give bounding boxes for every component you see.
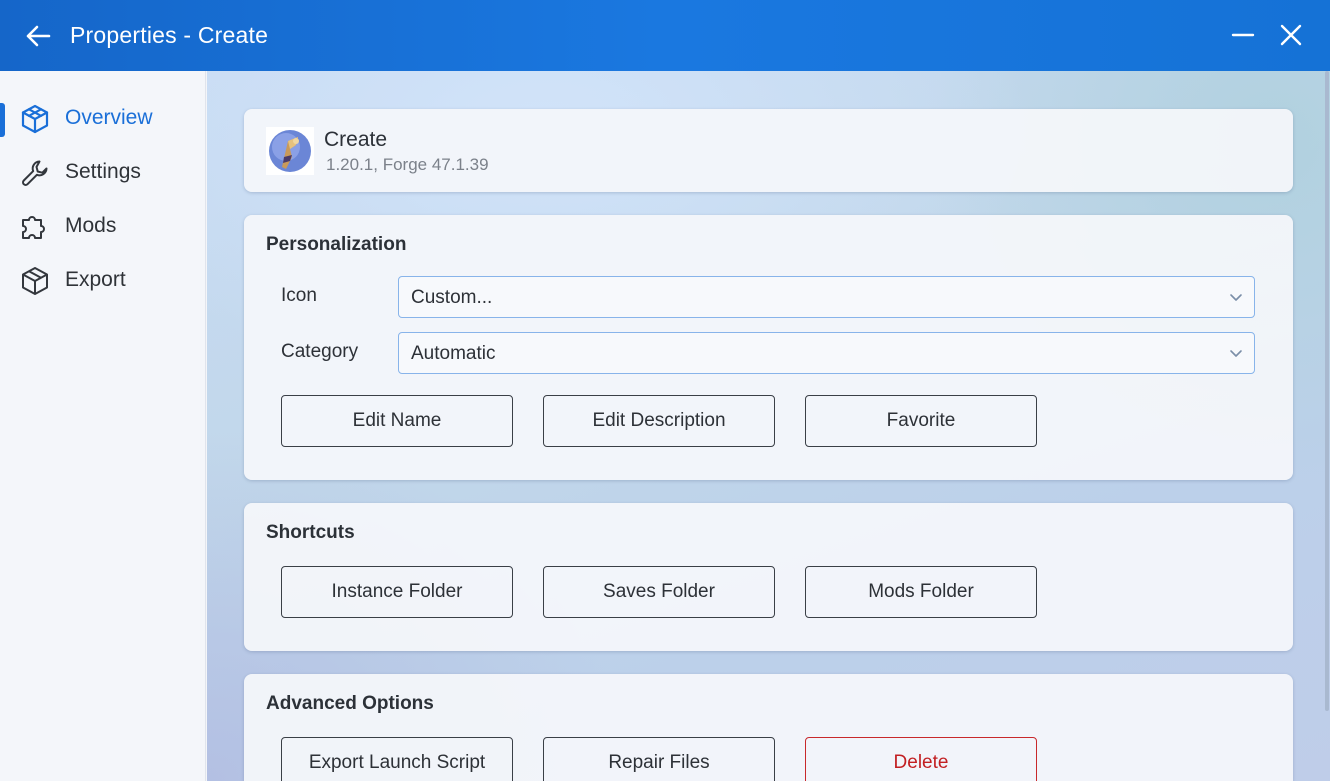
title-bar: Properties - Create xyxy=(0,0,1330,71)
minimize-icon xyxy=(1231,33,1255,37)
sidebar-item-export[interactable]: Export xyxy=(0,257,206,301)
edit-description-button[interactable]: Edit Description xyxy=(543,395,775,447)
category-select-value: Automatic xyxy=(411,343,496,364)
instance-version: 1.20.1, Forge 47.1.39 xyxy=(326,155,489,174)
close-icon xyxy=(1280,24,1302,46)
section-title: Advanced Options xyxy=(266,693,434,714)
puzzle-icon xyxy=(19,211,51,243)
category-label: Category xyxy=(281,341,359,362)
sidebar-item-mods[interactable]: Mods xyxy=(0,203,206,247)
favorite-button[interactable]: Favorite xyxy=(805,395,1037,447)
package-icon xyxy=(19,265,51,297)
advanced-options-card: Advanced Options Export Launch Script Re… xyxy=(244,674,1293,781)
sidebar: Overview Settings Mods Export xyxy=(0,71,206,781)
chevron-down-icon xyxy=(1230,294,1242,301)
section-title: Shortcuts xyxy=(266,522,355,543)
edit-name-button[interactable]: Edit Name xyxy=(281,395,513,447)
personalization-card: Personalization Icon Custom... Category … xyxy=(244,215,1293,480)
icon-select[interactable]: Custom... xyxy=(398,276,1255,318)
instance-logo-icon xyxy=(266,127,314,175)
back-button[interactable] xyxy=(22,20,54,52)
section-title: Personalization xyxy=(266,234,407,255)
shortcuts-card: Shortcuts Instance Folder Saves Folder M… xyxy=(244,503,1293,651)
category-select[interactable]: Automatic xyxy=(398,332,1255,374)
delete-button[interactable]: Delete xyxy=(805,737,1037,781)
icon-select-value: Custom... xyxy=(411,287,493,308)
instance-name: Create xyxy=(324,128,388,151)
repair-files-button[interactable]: Repair Files xyxy=(543,737,775,781)
sidebar-item-label: Export xyxy=(65,268,126,291)
chevron-down-icon xyxy=(1230,350,1242,357)
icon-label: Icon xyxy=(281,285,317,306)
sidebar-item-label: Settings xyxy=(65,160,141,183)
minimize-button[interactable] xyxy=(1228,20,1258,50)
export-launch-script-button[interactable]: Export Launch Script xyxy=(281,737,513,781)
instance-header-card: Create 1.20.1, Forge 47.1.39 xyxy=(244,109,1293,192)
cube-outline-icon xyxy=(19,103,51,135)
wrench-icon xyxy=(19,157,51,189)
window-title: Properties - Create xyxy=(70,22,269,48)
arrow-left-icon xyxy=(26,25,51,47)
sidebar-item-settings[interactable]: Settings xyxy=(0,149,206,193)
close-button[interactable] xyxy=(1276,20,1306,50)
instance-folder-button[interactable]: Instance Folder xyxy=(281,566,513,618)
sidebar-item-label: Mods xyxy=(65,214,117,237)
mods-folder-button[interactable]: Mods Folder xyxy=(805,566,1037,618)
saves-folder-button[interactable]: Saves Folder xyxy=(543,566,775,618)
sidebar-item-label: Overview xyxy=(65,106,153,129)
sidebar-item-overview[interactable]: Overview xyxy=(0,95,206,139)
scrollbar[interactable] xyxy=(1325,71,1329,711)
